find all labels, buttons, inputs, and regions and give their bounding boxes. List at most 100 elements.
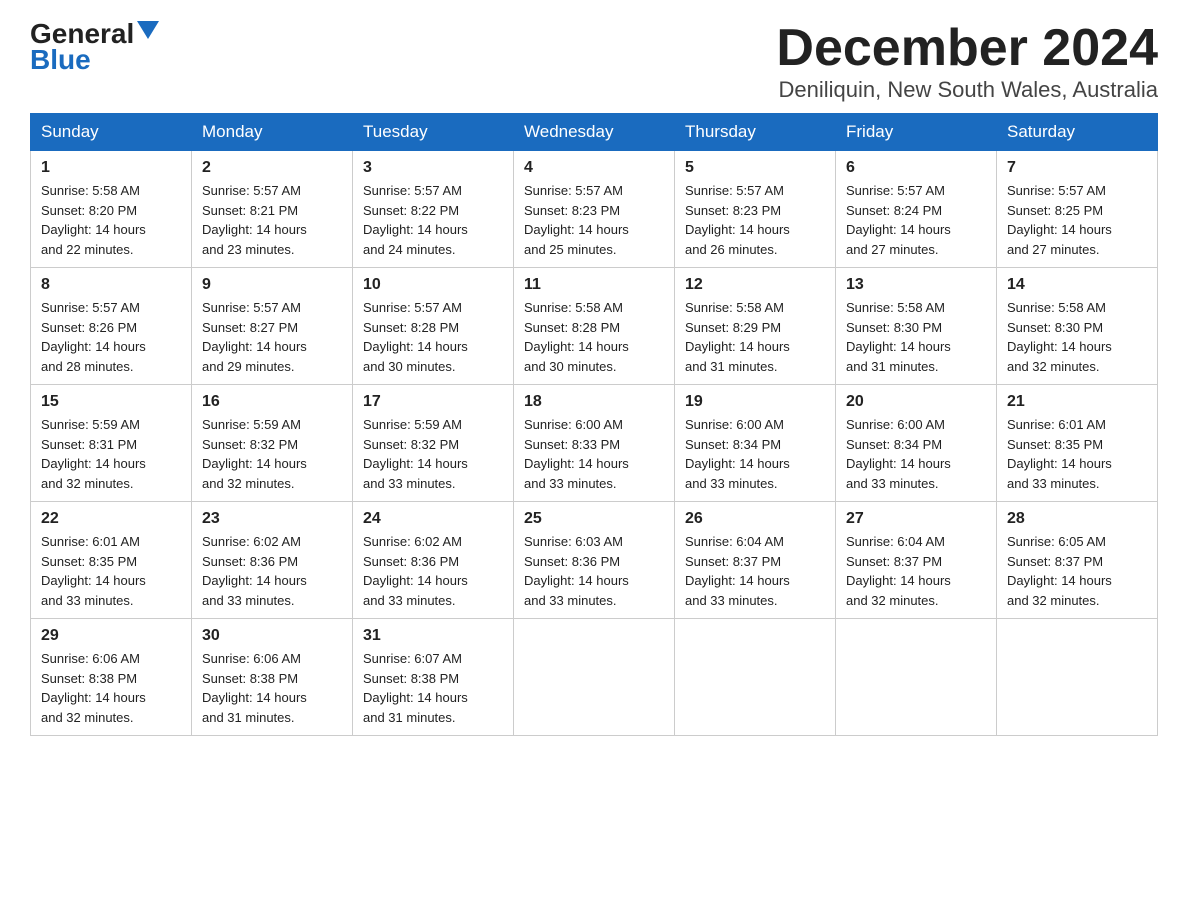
daylight-minutes: and 22 minutes. bbox=[41, 242, 134, 257]
daylight-minutes: and 27 minutes. bbox=[1007, 242, 1100, 257]
sunrise-label: Sunrise: 6:03 AM bbox=[524, 534, 623, 549]
sunrise-label: Sunrise: 6:02 AM bbox=[202, 534, 301, 549]
daylight-minutes: and 32 minutes. bbox=[846, 593, 939, 608]
day-number: 1 bbox=[41, 159, 181, 177]
daylight-minutes: and 33 minutes. bbox=[1007, 476, 1100, 491]
daylight-minutes: and 30 minutes. bbox=[524, 359, 617, 374]
calendar-cell: 18 Sunrise: 6:00 AM Sunset: 8:33 PM Dayl… bbox=[514, 385, 675, 502]
daylight-label: Daylight: 14 hours bbox=[202, 222, 307, 237]
sunset-label: Sunset: 8:34 PM bbox=[846, 437, 942, 452]
sunset-label: Sunset: 8:28 PM bbox=[363, 320, 459, 335]
calendar-cell: 25 Sunrise: 6:03 AM Sunset: 8:36 PM Dayl… bbox=[514, 502, 675, 619]
day-number: 6 bbox=[846, 159, 986, 177]
day-info: Sunrise: 5:57 AM Sunset: 8:21 PM Dayligh… bbox=[202, 181, 342, 259]
day-info: Sunrise: 6:00 AM Sunset: 8:34 PM Dayligh… bbox=[846, 415, 986, 493]
day-number: 25 bbox=[524, 510, 664, 528]
day-number: 17 bbox=[363, 393, 503, 411]
calendar-cell: 23 Sunrise: 6:02 AM Sunset: 8:36 PM Dayl… bbox=[192, 502, 353, 619]
daylight-minutes: and 33 minutes. bbox=[41, 593, 134, 608]
sunrise-label: Sunrise: 6:01 AM bbox=[41, 534, 140, 549]
day-info: Sunrise: 6:03 AM Sunset: 8:36 PM Dayligh… bbox=[524, 532, 664, 610]
sunset-label: Sunset: 8:36 PM bbox=[363, 554, 459, 569]
day-number: 5 bbox=[685, 159, 825, 177]
daylight-label: Daylight: 14 hours bbox=[846, 222, 951, 237]
daylight-label: Daylight: 14 hours bbox=[1007, 222, 1112, 237]
daylight-label: Daylight: 14 hours bbox=[524, 222, 629, 237]
daylight-minutes: and 30 minutes. bbox=[363, 359, 456, 374]
daylight-minutes: and 25 minutes. bbox=[524, 242, 617, 257]
day-info: Sunrise: 6:00 AM Sunset: 8:34 PM Dayligh… bbox=[685, 415, 825, 493]
calendar-cell: 29 Sunrise: 6:06 AM Sunset: 8:38 PM Dayl… bbox=[31, 619, 192, 736]
day-number: 28 bbox=[1007, 510, 1147, 528]
sunrise-label: Sunrise: 5:57 AM bbox=[363, 183, 462, 198]
sunset-label: Sunset: 8:30 PM bbox=[1007, 320, 1103, 335]
daylight-label: Daylight: 14 hours bbox=[363, 222, 468, 237]
sunset-label: Sunset: 8:32 PM bbox=[202, 437, 298, 452]
day-info: Sunrise: 5:59 AM Sunset: 8:32 PM Dayligh… bbox=[202, 415, 342, 493]
day-number: 27 bbox=[846, 510, 986, 528]
sunrise-label: Sunrise: 5:58 AM bbox=[1007, 300, 1106, 315]
day-number: 18 bbox=[524, 393, 664, 411]
day-number: 21 bbox=[1007, 393, 1147, 411]
day-number: 8 bbox=[41, 276, 181, 294]
day-info: Sunrise: 5:57 AM Sunset: 8:26 PM Dayligh… bbox=[41, 298, 181, 376]
sunset-label: Sunset: 8:37 PM bbox=[685, 554, 781, 569]
day-info: Sunrise: 5:57 AM Sunset: 8:28 PM Dayligh… bbox=[363, 298, 503, 376]
day-info: Sunrise: 5:57 AM Sunset: 8:22 PM Dayligh… bbox=[363, 181, 503, 259]
daylight-label: Daylight: 14 hours bbox=[846, 456, 951, 471]
calendar-cell: 7 Sunrise: 5:57 AM Sunset: 8:25 PM Dayli… bbox=[997, 151, 1158, 268]
day-info: Sunrise: 6:06 AM Sunset: 8:38 PM Dayligh… bbox=[202, 649, 342, 727]
day-number: 23 bbox=[202, 510, 342, 528]
calendar-cell: 2 Sunrise: 5:57 AM Sunset: 8:21 PM Dayli… bbox=[192, 151, 353, 268]
sunset-label: Sunset: 8:38 PM bbox=[202, 671, 298, 686]
daylight-label: Daylight: 14 hours bbox=[1007, 573, 1112, 588]
calendar-cell: 26 Sunrise: 6:04 AM Sunset: 8:37 PM Dayl… bbox=[675, 502, 836, 619]
sunrise-label: Sunrise: 5:57 AM bbox=[202, 300, 301, 315]
day-number: 24 bbox=[363, 510, 503, 528]
daylight-label: Daylight: 14 hours bbox=[846, 339, 951, 354]
logo-arrow-icon bbox=[137, 21, 159, 43]
sunrise-label: Sunrise: 5:58 AM bbox=[846, 300, 945, 315]
sunset-label: Sunset: 8:20 PM bbox=[41, 203, 137, 218]
calendar-cell: 1 Sunrise: 5:58 AM Sunset: 8:20 PM Dayli… bbox=[31, 151, 192, 268]
day-number: 9 bbox=[202, 276, 342, 294]
sunrise-label: Sunrise: 5:58 AM bbox=[41, 183, 140, 198]
sunrise-label: Sunrise: 5:57 AM bbox=[846, 183, 945, 198]
daylight-minutes: and 29 minutes. bbox=[202, 359, 295, 374]
day-number: 31 bbox=[363, 627, 503, 645]
day-number: 12 bbox=[685, 276, 825, 294]
sunrise-label: Sunrise: 5:58 AM bbox=[524, 300, 623, 315]
daylight-label: Daylight: 14 hours bbox=[41, 222, 146, 237]
daylight-minutes: and 32 minutes. bbox=[1007, 359, 1100, 374]
sunset-label: Sunset: 8:36 PM bbox=[202, 554, 298, 569]
day-info: Sunrise: 5:57 AM Sunset: 8:23 PM Dayligh… bbox=[685, 181, 825, 259]
calendar-cell: 17 Sunrise: 5:59 AM Sunset: 8:32 PM Dayl… bbox=[353, 385, 514, 502]
sunset-label: Sunset: 8:37 PM bbox=[846, 554, 942, 569]
day-info: Sunrise: 5:58 AM Sunset: 8:30 PM Dayligh… bbox=[1007, 298, 1147, 376]
calendar-day-header: Thursday bbox=[675, 114, 836, 151]
day-number: 3 bbox=[363, 159, 503, 177]
sunset-label: Sunset: 8:28 PM bbox=[524, 320, 620, 335]
daylight-label: Daylight: 14 hours bbox=[363, 573, 468, 588]
day-info: Sunrise: 5:57 AM Sunset: 8:27 PM Dayligh… bbox=[202, 298, 342, 376]
sunset-label: Sunset: 8:34 PM bbox=[685, 437, 781, 452]
sunrise-label: Sunrise: 5:59 AM bbox=[363, 417, 462, 432]
daylight-minutes: and 33 minutes. bbox=[524, 593, 617, 608]
sunset-label: Sunset: 8:38 PM bbox=[41, 671, 137, 686]
day-number: 15 bbox=[41, 393, 181, 411]
daylight-label: Daylight: 14 hours bbox=[524, 456, 629, 471]
page-header: General Blue December 2024 Deniliquin, N… bbox=[30, 20, 1158, 103]
calendar-table: SundayMondayTuesdayWednesdayThursdayFrid… bbox=[30, 113, 1158, 736]
sunset-label: Sunset: 8:35 PM bbox=[41, 554, 137, 569]
month-title: December 2024 bbox=[776, 20, 1158, 77]
calendar-cell: 16 Sunrise: 5:59 AM Sunset: 8:32 PM Dayl… bbox=[192, 385, 353, 502]
day-info: Sunrise: 5:58 AM Sunset: 8:20 PM Dayligh… bbox=[41, 181, 181, 259]
day-info: Sunrise: 5:58 AM Sunset: 8:29 PM Dayligh… bbox=[685, 298, 825, 376]
daylight-minutes: and 32 minutes. bbox=[41, 476, 134, 491]
day-info: Sunrise: 5:59 AM Sunset: 8:32 PM Dayligh… bbox=[363, 415, 503, 493]
calendar-cell: 15 Sunrise: 5:59 AM Sunset: 8:31 PM Dayl… bbox=[31, 385, 192, 502]
daylight-minutes: and 32 minutes. bbox=[1007, 593, 1100, 608]
daylight-label: Daylight: 14 hours bbox=[363, 690, 468, 705]
day-number: 7 bbox=[1007, 159, 1147, 177]
daylight-minutes: and 31 minutes. bbox=[363, 710, 456, 725]
